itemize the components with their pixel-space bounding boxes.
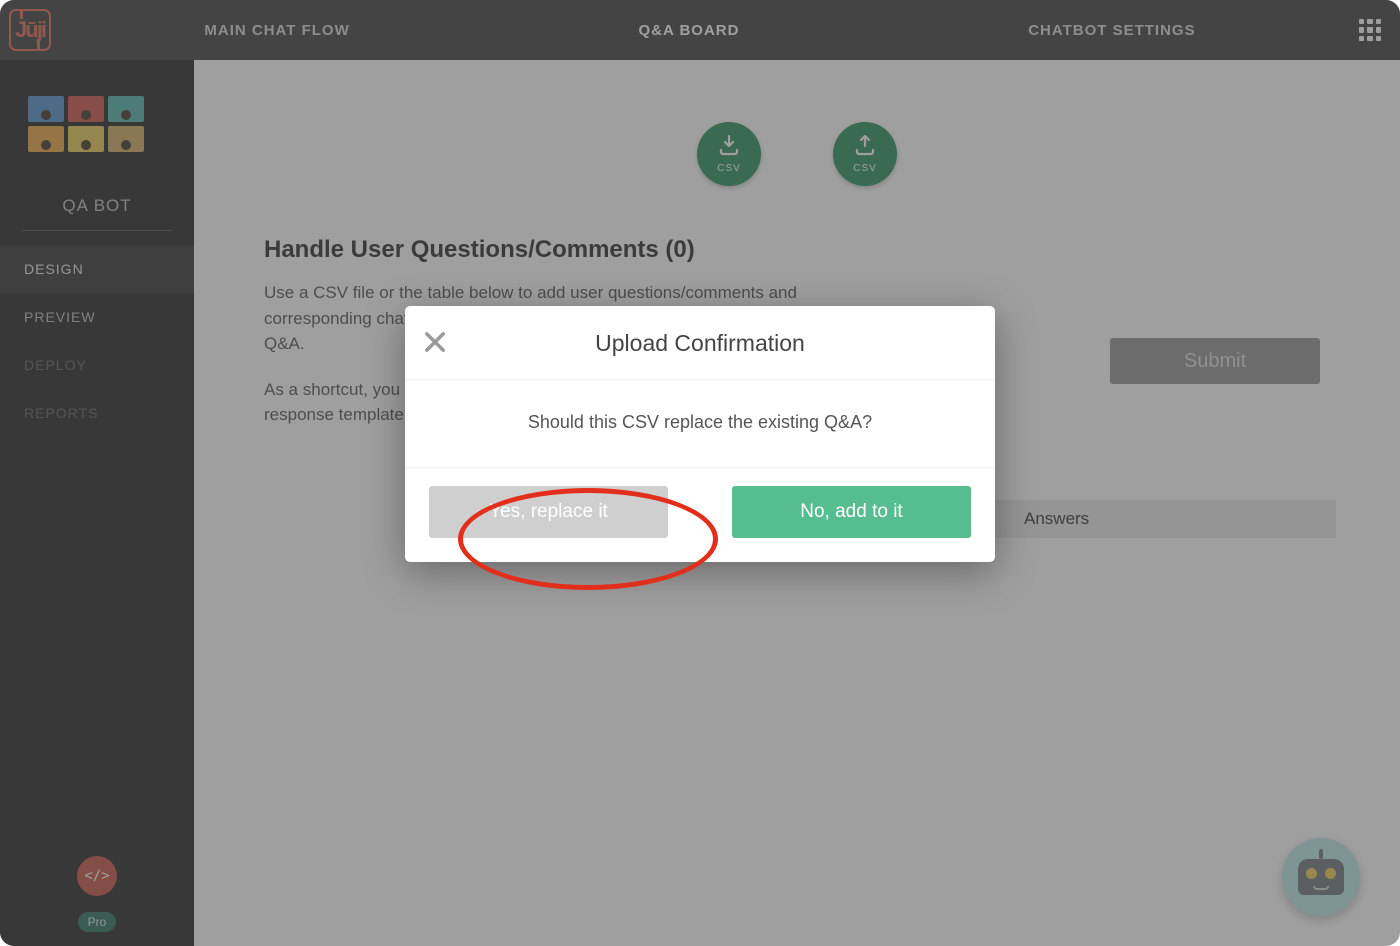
close-icon[interactable] xyxy=(421,328,449,356)
replace-button[interactable]: Yes, replace it xyxy=(429,486,668,538)
modal-title: Upload Confirmation xyxy=(425,330,975,357)
modal-question: Should this CSV replace the existing Q&A… xyxy=(405,380,995,468)
add-button[interactable]: No, add to it xyxy=(732,486,971,538)
app-root: Jūji MAIN CHAT FLOW Q&A BOARD CHATBOT SE… xyxy=(0,0,1400,946)
upload-confirmation-modal: Upload Confirmation Should this CSV repl… xyxy=(405,306,995,562)
